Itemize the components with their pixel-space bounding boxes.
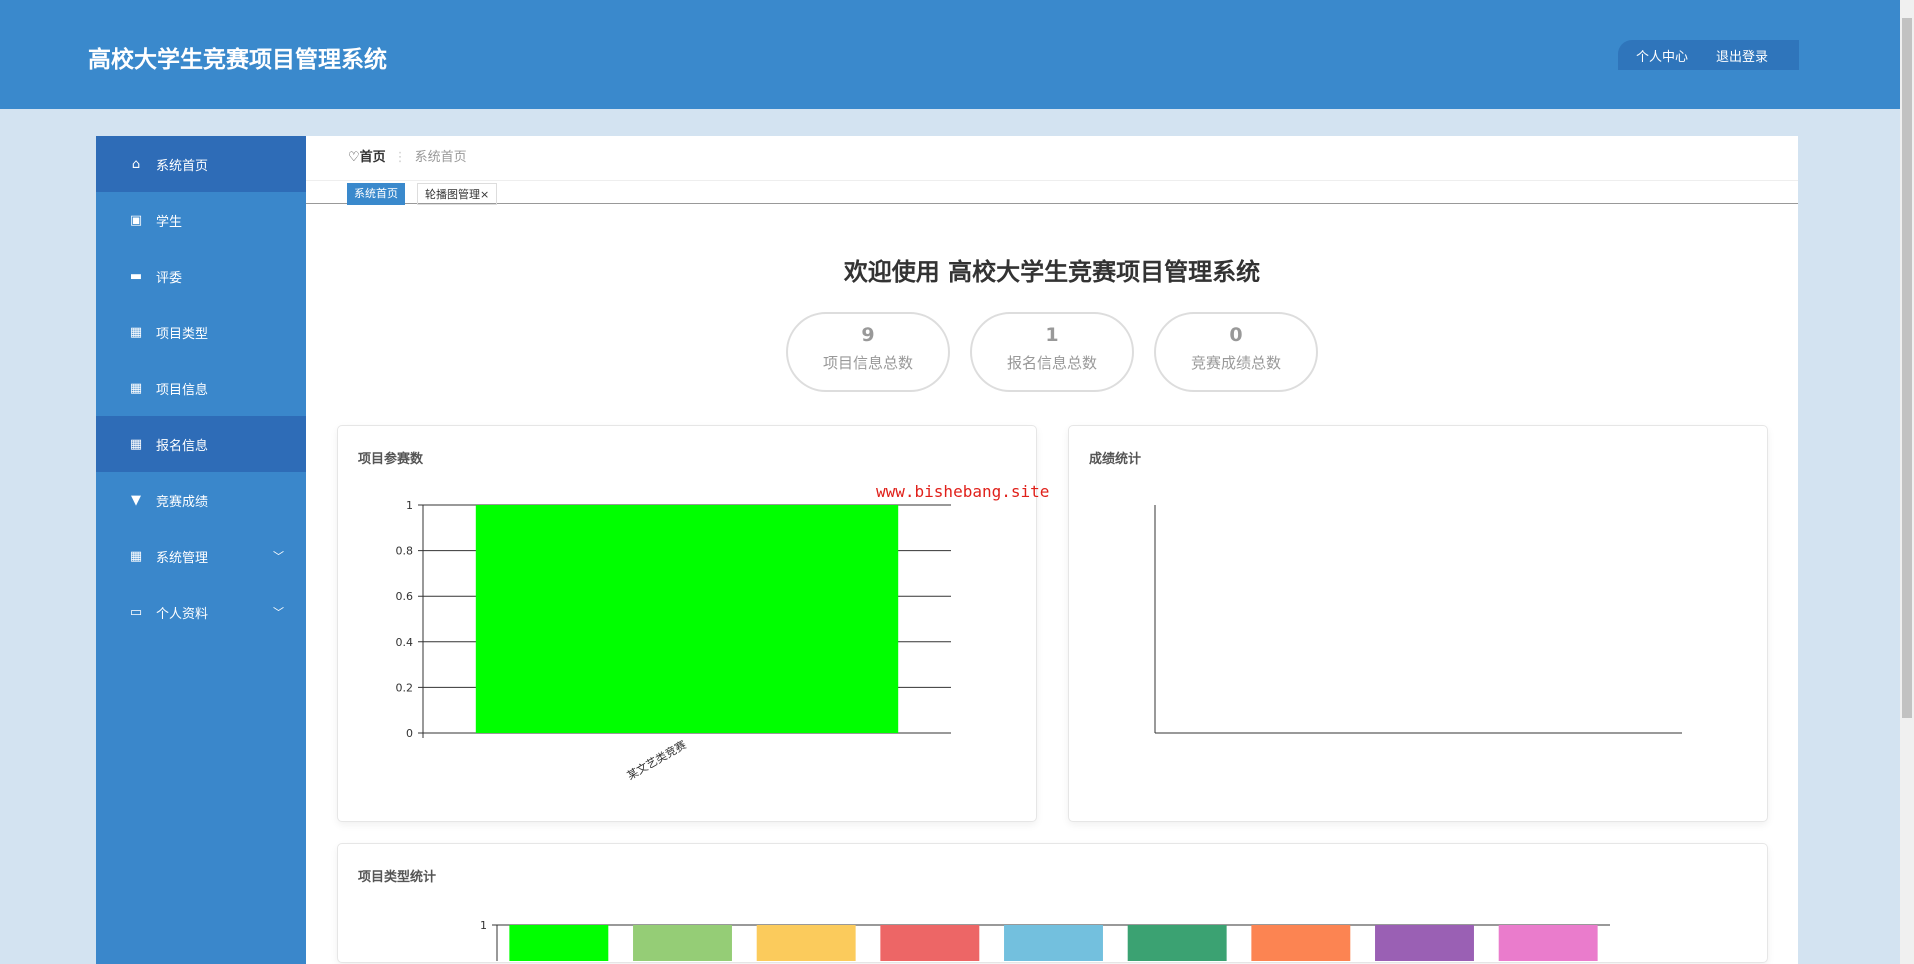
app-title: 高校大学生竞赛项目管理系统 xyxy=(88,47,387,73)
scores-chart xyxy=(1154,505,1682,734)
brush-icon: ▼ xyxy=(131,492,141,508)
bar xyxy=(756,925,856,961)
stat-scores: 0 竞赛成绩总数 xyxy=(1154,312,1318,392)
ticket-icon: ▬ xyxy=(129,268,143,284)
y-tick-label: 0 xyxy=(406,727,413,740)
grid-icon: ▦ xyxy=(129,548,143,564)
grid-icon: ▦ xyxy=(129,380,143,396)
tab-label: 轮播图管理 xyxy=(425,188,480,201)
table-icon: ▦ xyxy=(129,436,143,452)
sidebar-item-home[interactable]: ⌂ 系统首页 xyxy=(96,136,306,192)
stat-label: 报名信息总数 xyxy=(1006,354,1097,372)
sidebar-item-project-info[interactable]: ▦ 项目信息 xyxy=(96,360,306,416)
sidebar-item-label: 项目类型 xyxy=(156,326,209,342)
chart-card-scores: 成绩统计 xyxy=(1068,425,1768,822)
breadcrumb-separator: ⋮ xyxy=(393,150,407,165)
watermark: www.bishebang.site xyxy=(876,482,1050,501)
bar xyxy=(475,505,899,733)
chart-title: 成绩统计 xyxy=(1089,452,1142,467)
sidebar-item-judges[interactable]: ▬ 评委 xyxy=(96,248,306,304)
heart-icon: ♡ xyxy=(348,150,360,165)
y-tick-label: 1 xyxy=(406,499,413,512)
y-tick-label: 0.4 xyxy=(396,636,414,649)
personal-center-link[interactable]: 个人中心 xyxy=(1636,46,1688,65)
top-header: 高校大学生竞赛项目管理系统 个人中心 退出登录 xyxy=(0,0,1900,109)
stat-project-info: 9 项目信息总数 xyxy=(786,312,950,392)
home-icon: ⌂ xyxy=(131,156,141,172)
chart-card-project-types: 项目类型统计 1 xyxy=(337,843,1768,963)
breadcrumb-home[interactable]: 首页 xyxy=(360,150,386,165)
chart-title: 项目类型统计 xyxy=(358,870,437,885)
y-tick-label: 0.8 xyxy=(396,545,414,558)
sidebar-item-students[interactable]: ▣ 学生 xyxy=(96,192,306,248)
user-nav: 个人中心 退出登录 xyxy=(1618,40,1799,70)
tab-home[interactable]: 系统首页 xyxy=(347,183,405,205)
sidebar-item-label: 个人资料 xyxy=(156,606,209,622)
bar xyxy=(880,925,980,961)
sidebar-item-system[interactable]: ▦ 系统管理 ﹀ xyxy=(96,528,306,584)
sidebar-item-label: 评委 xyxy=(156,270,183,286)
sidebar-item-profile[interactable]: ▭ 个人资料 ﹀ xyxy=(96,584,306,640)
page-scrollbar[interactable] xyxy=(1900,0,1914,964)
breadcrumb: ♡首页 ⋮ 系统首页 xyxy=(348,146,467,165)
stat-value: 9 xyxy=(861,324,875,346)
stat-label: 竞赛成绩总数 xyxy=(1190,354,1281,372)
logout-link[interactable]: 退出登录 xyxy=(1716,46,1768,65)
tab-bar: 系统首页 轮播图管理× xyxy=(306,180,1798,205)
bar xyxy=(1004,925,1103,961)
grid-icon: ▦ xyxy=(129,324,143,340)
card-icon: ▭ xyxy=(129,604,143,620)
x-tick-label: 某文艺类竞赛 xyxy=(624,737,688,782)
welcome-title: 欢迎使用 高校大学生竞赛项目管理系统 xyxy=(843,258,1261,286)
sidebar-item-project-types[interactable]: ▦ 项目类型 xyxy=(96,304,306,360)
close-icon[interactable]: × xyxy=(480,188,489,201)
bar xyxy=(1375,925,1474,961)
y-tick-label: 0.6 xyxy=(396,590,414,603)
sidebar-item-label: 系统管理 xyxy=(156,550,209,566)
bar xyxy=(1251,925,1351,961)
bar xyxy=(509,925,609,961)
tab-carousel[interactable]: 轮播图管理× xyxy=(417,183,498,205)
stat-registration: 1 报名信息总数 xyxy=(970,312,1134,392)
bar xyxy=(1498,925,1598,961)
bar xyxy=(633,925,732,961)
breadcrumb-current: 系统首页 xyxy=(414,150,467,165)
sidebar-item-label: 报名信息 xyxy=(156,438,209,454)
sidebar-item-label: 系统首页 xyxy=(156,158,209,174)
stat-value: 0 xyxy=(1229,324,1243,346)
bar xyxy=(1127,925,1227,961)
chevron-down-icon: ﹀ xyxy=(273,550,284,563)
sidebar-item-label: 项目信息 xyxy=(156,382,209,398)
sidebar-item-label: 学生 xyxy=(156,214,183,230)
sidebar: ⌂ 系统首页 ▣ 学生 ▬ 评委 ▦ 项目类型 ▦ 项目信息 ▦ 报名信息 ▼ 竞赛成绩 ▦ 系… xyxy=(96,136,306,964)
stat-value: 1 xyxy=(1045,324,1059,346)
sidebar-item-scores[interactable]: ▼ 竞赛成绩 xyxy=(96,472,306,528)
y-tick-label: 0.2 xyxy=(396,681,414,694)
sidebar-item-label: 竞赛成绩 xyxy=(156,494,209,510)
sidebar-item-registration[interactable]: ▦ 报名信息 xyxy=(96,416,306,472)
chevron-down-icon: ﹀ xyxy=(273,606,284,619)
chart-title: 项目参赛数 xyxy=(358,452,424,467)
chart-icon: ▣ xyxy=(129,212,143,228)
project-type-bar-chart: 1 xyxy=(480,919,1610,961)
scrollbar-thumb[interactable] xyxy=(1902,18,1912,718)
y-tick-label: 1 xyxy=(480,919,487,932)
stat-label: 项目信息总数 xyxy=(822,354,913,372)
